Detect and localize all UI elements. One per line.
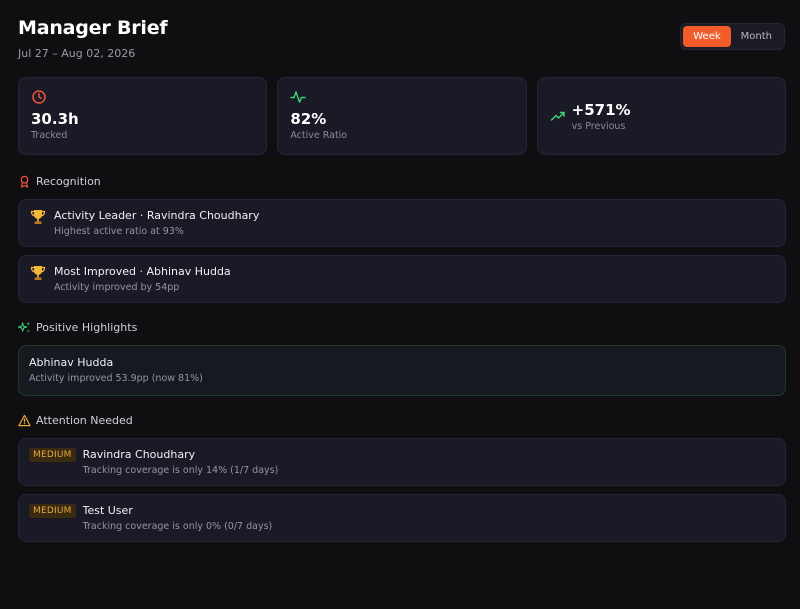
stat-card-tracked: 30.3h Tracked <box>18 77 268 155</box>
attention-title: Ravindra Choudhary <box>82 448 196 461</box>
recognition-detail: Activity improved by 54pp <box>54 282 180 293</box>
date-range: Jul 27 – Aug 02, 2026 <box>18 47 136 60</box>
stat-label-vs-previous: vs Previous <box>571 120 626 132</box>
clock-icon <box>32 90 46 104</box>
trophy-icon <box>30 266 46 280</box>
stat-label-active-ratio: Active Ratio <box>290 130 348 141</box>
stat-value-tracked: 30.3h <box>31 110 79 128</box>
award-icon <box>20 175 29 188</box>
attention-title: Test User <box>82 504 133 517</box>
warning-icon <box>18 414 31 427</box>
manager-brief-page: Manager Brief Jul 27 – Aug 02, 2026 Week… <box>0 0 800 609</box>
stats-row: 30.3h Tracked 82% Active Ratio +571% vs … <box>18 77 786 155</box>
page-title: Manager Brief <box>18 17 168 39</box>
highlight-card-body: Abhinav Hudda Activity improved 53.9pp (… <box>29 356 203 384</box>
period-toggle: Week Month <box>680 23 785 50</box>
recognition-heading-label: Recognition <box>36 175 101 188</box>
recognition-detail: Highest active ratio at 93% <box>54 226 184 237</box>
header-text: Manager Brief Jul 27 – Aug 02, 2026 <box>18 14 168 60</box>
stat-value-vs-previous: +571% <box>571 100 631 119</box>
recognition-card-body: Most Improved · Abhinav Hudda Activity i… <box>54 265 231 293</box>
page-header: Manager Brief Jul 27 – Aug 02, 2026 Week… <box>18 14 786 76</box>
attention-heading: Attention Needed <box>18 414 786 427</box>
attention-card-body: Test User Tracking coverage is only 0% (… <box>83 504 273 532</box>
attention-card: MEDIUM Test User Tracking coverage is on… <box>18 494 786 542</box>
stat-label-tracked: Tracked <box>31 130 68 141</box>
severity-badge: MEDIUM <box>29 448 76 462</box>
stat-value-active-ratio: 82% <box>290 110 327 128</box>
sparkles-icon <box>18 321 31 333</box>
highlights-heading-label: Positive Highlights <box>36 321 138 334</box>
recognition-card-body: Activity Leader · Ravindra Choudhary Hig… <box>54 209 259 237</box>
highlight-title: Abhinav Hudda <box>29 356 114 369</box>
attention-detail: Tracking coverage is only 0% (0/7 days) <box>82 521 273 532</box>
highlights-heading: Positive Highlights <box>18 321 786 334</box>
attention-card: MEDIUM Ravindra Choudhary Tracking cover… <box>18 438 786 486</box>
activity-icon <box>290 91 307 103</box>
attention-heading-label: Attention Needed <box>36 414 133 427</box>
month-toggle-button[interactable]: Month <box>731 26 782 47</box>
recognition-card: Most Improved · Abhinav Hudda Activity i… <box>18 255 786 303</box>
highlight-card: Abhinav Hudda Activity improved 53.9pp (… <box>18 345 786 396</box>
stat-card-active-ratio: 82% Active Ratio <box>277 77 527 155</box>
trophy-icon <box>30 210 46 224</box>
attention-detail: Tracking coverage is only 14% (1/7 days) <box>82 465 279 476</box>
recognition-card: Activity Leader · Ravindra Choudhary Hig… <box>18 199 786 247</box>
highlight-detail: Activity improved 53.9pp (now 81%) <box>29 373 203 384</box>
severity-badge: MEDIUM <box>29 504 76 518</box>
attention-card-body: Ravindra Choudhary Tracking coverage is … <box>83 448 279 476</box>
trending-up-icon <box>550 111 565 121</box>
recognition-title: Activity Leader · Ravindra Choudhary <box>54 209 260 222</box>
recognition-heading: Recognition <box>18 175 786 188</box>
recognition-title: Most Improved · Abhinav Hudda <box>54 265 231 278</box>
stat-text-vs-previous: +571% vs Previous <box>572 101 631 132</box>
stat-card-vs-previous: +571% vs Previous <box>536 77 786 155</box>
week-toggle-button[interactable]: Week <box>683 26 731 47</box>
